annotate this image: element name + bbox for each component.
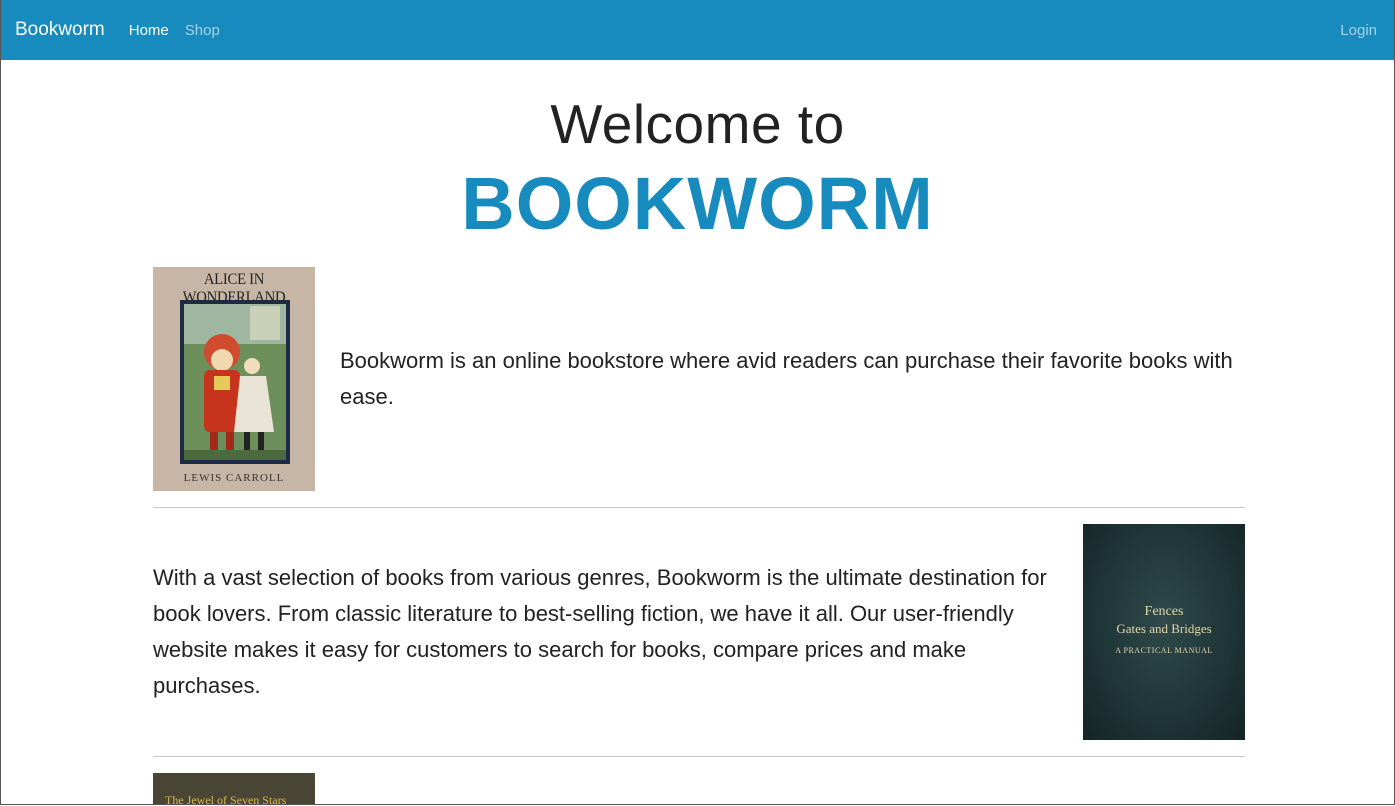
- selection-paragraph: With a vast selection of books from vari…: [153, 565, 1047, 698]
- alice-book-cover: ALICE IN WONDERLAND LEWIS CARROLL: [153, 267, 315, 491]
- section-divider: [153, 507, 1245, 508]
- section-third: The Jewel of Seven Stars: [153, 773, 1245, 805]
- fences-book-cover: Fences Gates and Bridges A PRACTICAL MAN…: [1083, 524, 1245, 740]
- brand-link[interactable]: Bookworm: [15, 19, 105, 41]
- fences-cover-subtitle: A PRACTICAL MANUAL: [1115, 646, 1213, 655]
- section-divider: [153, 756, 1245, 757]
- jewel-book-cover: The Jewel of Seven Stars: [153, 773, 315, 805]
- section-intro: ALICE IN WONDERLAND LEWIS CARROLL Bookwo…: [153, 267, 1245, 491]
- intro-paragraph: Bookworm is an online bookstore where av…: [340, 348, 1233, 409]
- fences-cover-line1: Fences: [1144, 604, 1184, 619]
- jewel-cover-title: The Jewel of Seven Stars: [165, 793, 287, 805]
- section-selection: With a vast selection of books from vari…: [153, 524, 1245, 740]
- login-link[interactable]: Login: [1340, 22, 1377, 39]
- fences-cover-line2: Gates and Bridges: [1116, 621, 1212, 636]
- alice-illustration-icon: [180, 300, 290, 464]
- alice-cover-author: LEWIS CARROLL: [183, 472, 285, 484]
- content-container: ALICE IN WONDERLAND LEWIS CARROLL Bookwo…: [153, 0, 1245, 804]
- page-frame: Bookworm Home Shop Login Welcome to BOOK…: [0, 0, 1395, 805]
